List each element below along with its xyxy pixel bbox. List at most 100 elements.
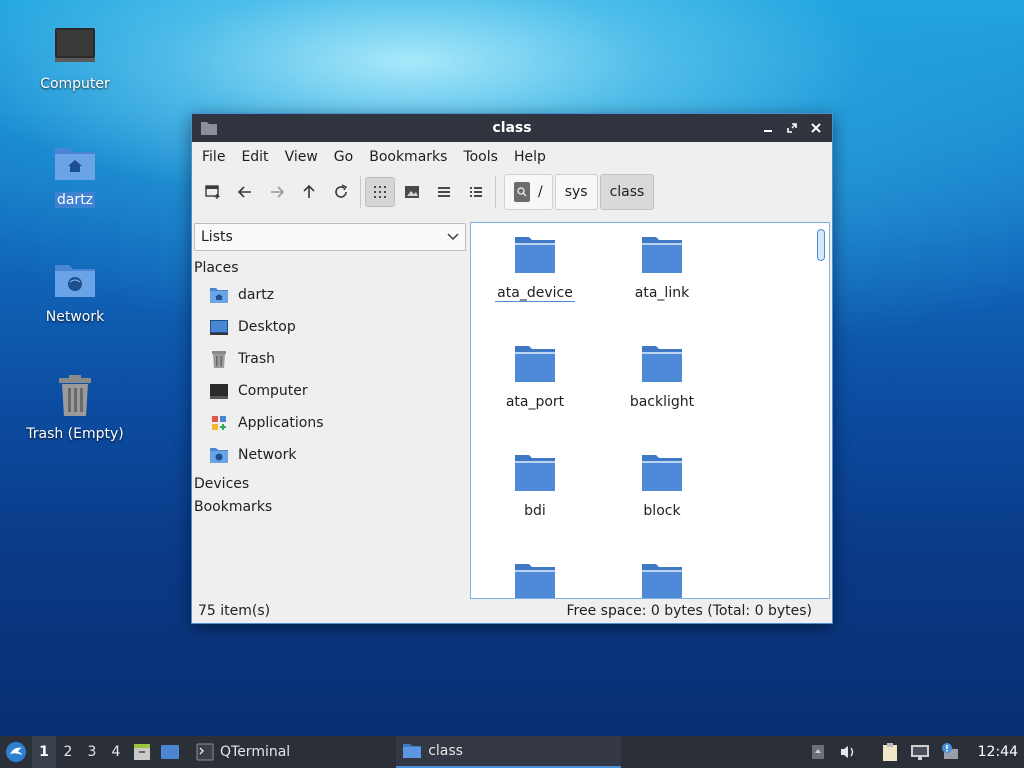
menu-go[interactable]: Go	[326, 149, 361, 165]
place-network[interactable]: Network	[194, 439, 466, 471]
menu-edit[interactable]: Edit	[233, 149, 276, 165]
quicklaunch-show-desktop[interactable]	[156, 736, 184, 768]
title-bar[interactable]: class	[192, 114, 832, 142]
folder-icon	[471, 449, 599, 497]
folder-name: bdi	[524, 503, 546, 519]
clock[interactable]: 12:44	[978, 744, 1018, 760]
reload-icon	[335, 184, 348, 198]
menu-file[interactable]: File	[194, 149, 233, 165]
detail-list-icon	[470, 187, 482, 197]
breadcrumb-sys[interactable]: sys	[554, 174, 598, 210]
volume-icon	[840, 746, 853, 758]
toolbar: / sys class	[192, 172, 832, 212]
network-folder-icon	[20, 255, 130, 303]
content-area: Lists Places dartz Desktop Trash Compute…	[192, 222, 832, 599]
free-space: Free space: 0 bytes (Total: 0 bytes)	[566, 603, 813, 619]
place-applications[interactable]: Applications	[194, 407, 466, 439]
task-class[interactable]: class	[396, 736, 622, 768]
reload-button[interactable]	[326, 177, 356, 207]
folder-item[interactable]: ata_port	[471, 340, 599, 410]
place-label: Applications	[238, 415, 324, 431]
folder-item[interactable]: block	[598, 449, 726, 519]
file-view[interactable]: ata_device ata_link ata_port backlight b…	[470, 222, 830, 599]
folder-icon	[598, 558, 726, 598]
vertical-scrollbar[interactable]	[817, 229, 825, 261]
maximize-button[interactable]	[782, 118, 802, 138]
desktop-icon-label: Trash (Empty)	[26, 426, 124, 442]
folder-name: ata_port	[505, 394, 565, 410]
status-bar: 75 item(s) Free space: 0 bytes (Total: 0…	[192, 599, 832, 623]
bookmarks-heading[interactable]: Bookmarks	[194, 496, 466, 518]
place-dartz[interactable]: dartz	[194, 279, 466, 311]
place-trash[interactable]: Trash	[194, 343, 466, 375]
minimize-icon	[764, 130, 772, 132]
place-label: Computer	[238, 383, 308, 399]
back-button[interactable]	[230, 177, 260, 207]
place-computer[interactable]: Computer	[194, 375, 466, 407]
lxqt-logo-icon	[6, 742, 26, 762]
task-label: class	[428, 743, 463, 759]
folder-icon	[403, 744, 422, 758]
menu-bar: File Edit View Go Bookmarks Tools Help	[192, 142, 832, 172]
image-icon	[405, 186, 419, 198]
network-status-button[interactable]	[908, 740, 932, 764]
volume-button[interactable]	[836, 740, 860, 764]
compact-view-button[interactable]	[429, 177, 459, 207]
applications-icon	[208, 412, 230, 434]
notification-icon	[941, 743, 958, 759]
up-button[interactable]	[294, 177, 324, 207]
forward-button[interactable]	[262, 177, 292, 207]
folder-item[interactable]: backlight	[598, 340, 726, 410]
task-qterminal[interactable]: QTerminal	[190, 736, 296, 768]
side-pane-mode-select[interactable]: Lists	[194, 223, 466, 251]
quicklaunch-file-manager[interactable]	[128, 736, 156, 768]
breadcrumb-root[interactable]: /	[504, 174, 553, 210]
place-label: Desktop	[238, 319, 296, 335]
folder-item[interactable]	[471, 558, 599, 598]
folder-item[interactable]: ata_device	[471, 231, 599, 302]
menu-bookmarks[interactable]: Bookmarks	[361, 149, 455, 165]
desktop-icon-computer[interactable]: Computer	[20, 22, 130, 92]
item-count: 75 item(s)	[198, 603, 271, 619]
place-label: dartz	[238, 287, 275, 303]
folder-icon	[471, 231, 599, 279]
start-menu-button[interactable]	[0, 736, 32, 768]
breadcrumb-class[interactable]: class	[599, 174, 655, 210]
folder-item[interactable]: bdi	[471, 449, 599, 519]
clipboard-button[interactable]	[878, 740, 902, 764]
trash-icon	[20, 372, 130, 420]
notification-button[interactable]	[938, 740, 962, 764]
place-desktop[interactable]: Desktop	[194, 311, 466, 343]
folder-icon	[598, 231, 726, 279]
desktop-icon-home[interactable]: dartz	[20, 138, 130, 208]
workspace-4[interactable]: 4	[104, 736, 128, 768]
menu-tools[interactable]: Tools	[455, 149, 506, 165]
window-title: class	[492, 120, 532, 136]
folder-item[interactable]: ata_link	[598, 231, 726, 301]
detailed-view-button[interactable]	[461, 177, 491, 207]
desktop-icon-trash[interactable]: Trash (Empty)	[20, 372, 130, 442]
list-icon	[438, 187, 450, 197]
workspace-2[interactable]: 2	[56, 736, 80, 768]
icon-view-button[interactable]	[365, 177, 395, 207]
devices-heading[interactable]: Devices	[194, 473, 466, 495]
workspace-3[interactable]: 3	[80, 736, 104, 768]
desktop-icon-label: Computer	[40, 76, 110, 92]
task-label: QTerminal	[220, 744, 291, 760]
desktop-icon-network[interactable]: Network	[20, 255, 130, 325]
menu-view[interactable]: View	[277, 149, 326, 165]
desktop-icon-label: Network	[45, 309, 105, 325]
minimize-button[interactable]	[758, 118, 778, 138]
menu-help[interactable]: Help	[506, 149, 554, 165]
place-label: Network	[238, 447, 297, 463]
tray-toggle-button[interactable]	[806, 740, 830, 764]
thumbnail-view-button[interactable]	[397, 177, 427, 207]
close-button[interactable]	[806, 118, 826, 138]
folder-item[interactable]	[598, 558, 726, 598]
arrow-right-icon	[271, 186, 285, 198]
new-tab-button[interactable]	[198, 177, 228, 207]
places-heading[interactable]: Places	[194, 257, 466, 279]
trash-icon	[208, 348, 230, 370]
workspace-1[interactable]: 1	[32, 736, 56, 768]
grid-view-icon	[374, 186, 386, 198]
